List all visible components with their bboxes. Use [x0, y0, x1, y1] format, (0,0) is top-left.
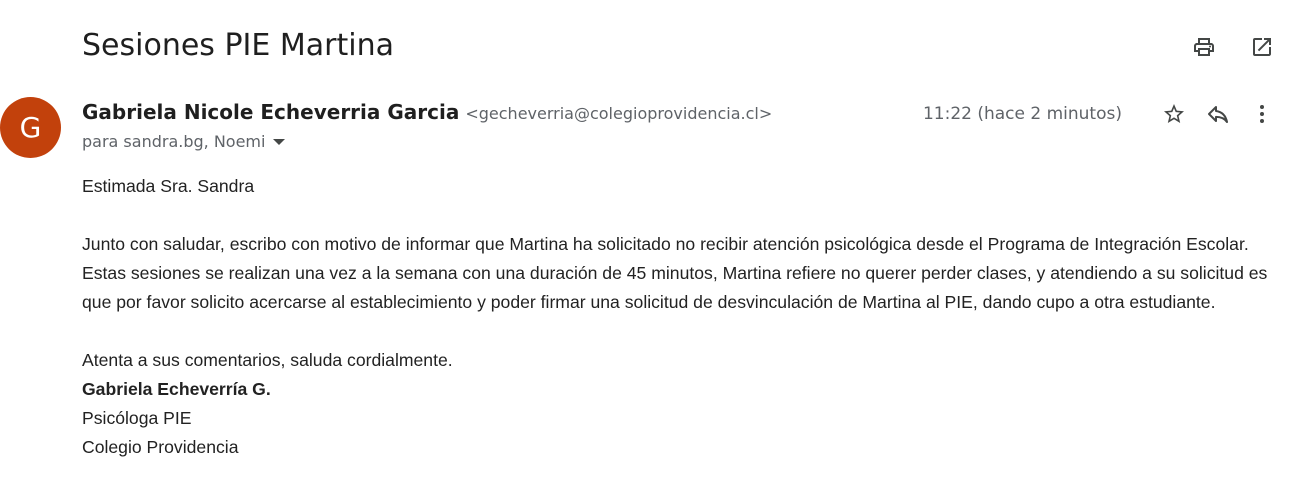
star-icon[interactable] — [1160, 100, 1188, 128]
signature-org: Colegio Providencia — [82, 437, 239, 457]
more-vertical-icon[interactable] — [1248, 100, 1276, 128]
email-body: Estimada Sra. Sandra Junto con saludar, … — [82, 172, 1282, 462]
email-paragraph: Junto con saludar, escribo con motivo de… — [82, 234, 1268, 312]
top-actions — [1190, 33, 1276, 61]
open-in-new-window-icon[interactable] — [1248, 33, 1276, 61]
signature-name: Gabriela Echeverría G. — [82, 379, 271, 399]
signature-role: Psicóloga PIE — [82, 408, 192, 428]
reply-icon[interactable] — [1204, 100, 1232, 128]
email-subject: Sesiones PIE Martina — [82, 28, 394, 63]
avatar-letter: G — [19, 111, 42, 144]
sender-email: <gecheverria@colegioprovidencia.cl> — [465, 104, 773, 123]
email-greeting: Estimada Sra. Sandra — [82, 176, 255, 196]
message-meta: 11:22 (hace 2 minutos) — [923, 100, 1276, 128]
chevron-down-icon[interactable] — [273, 138, 286, 145]
recipients: para sandra.bg, Noemi — [82, 132, 286, 151]
sender-name[interactable]: Gabriela Nicole Echeverria Garcia — [82, 100, 459, 124]
email-closing: Atenta a sus comentarios, saluda cordial… — [82, 350, 453, 370]
message-time: 11:22 (hace 2 minutos) — [922, 104, 1122, 124]
print-icon[interactable] — [1190, 33, 1218, 61]
avatar[interactable]: G — [0, 97, 61, 158]
recipients-text: para sandra.bg, Noemi — [82, 132, 266, 151]
sender-line: Gabriela Nicole Echeverria Garcia <geche… — [82, 100, 772, 124]
